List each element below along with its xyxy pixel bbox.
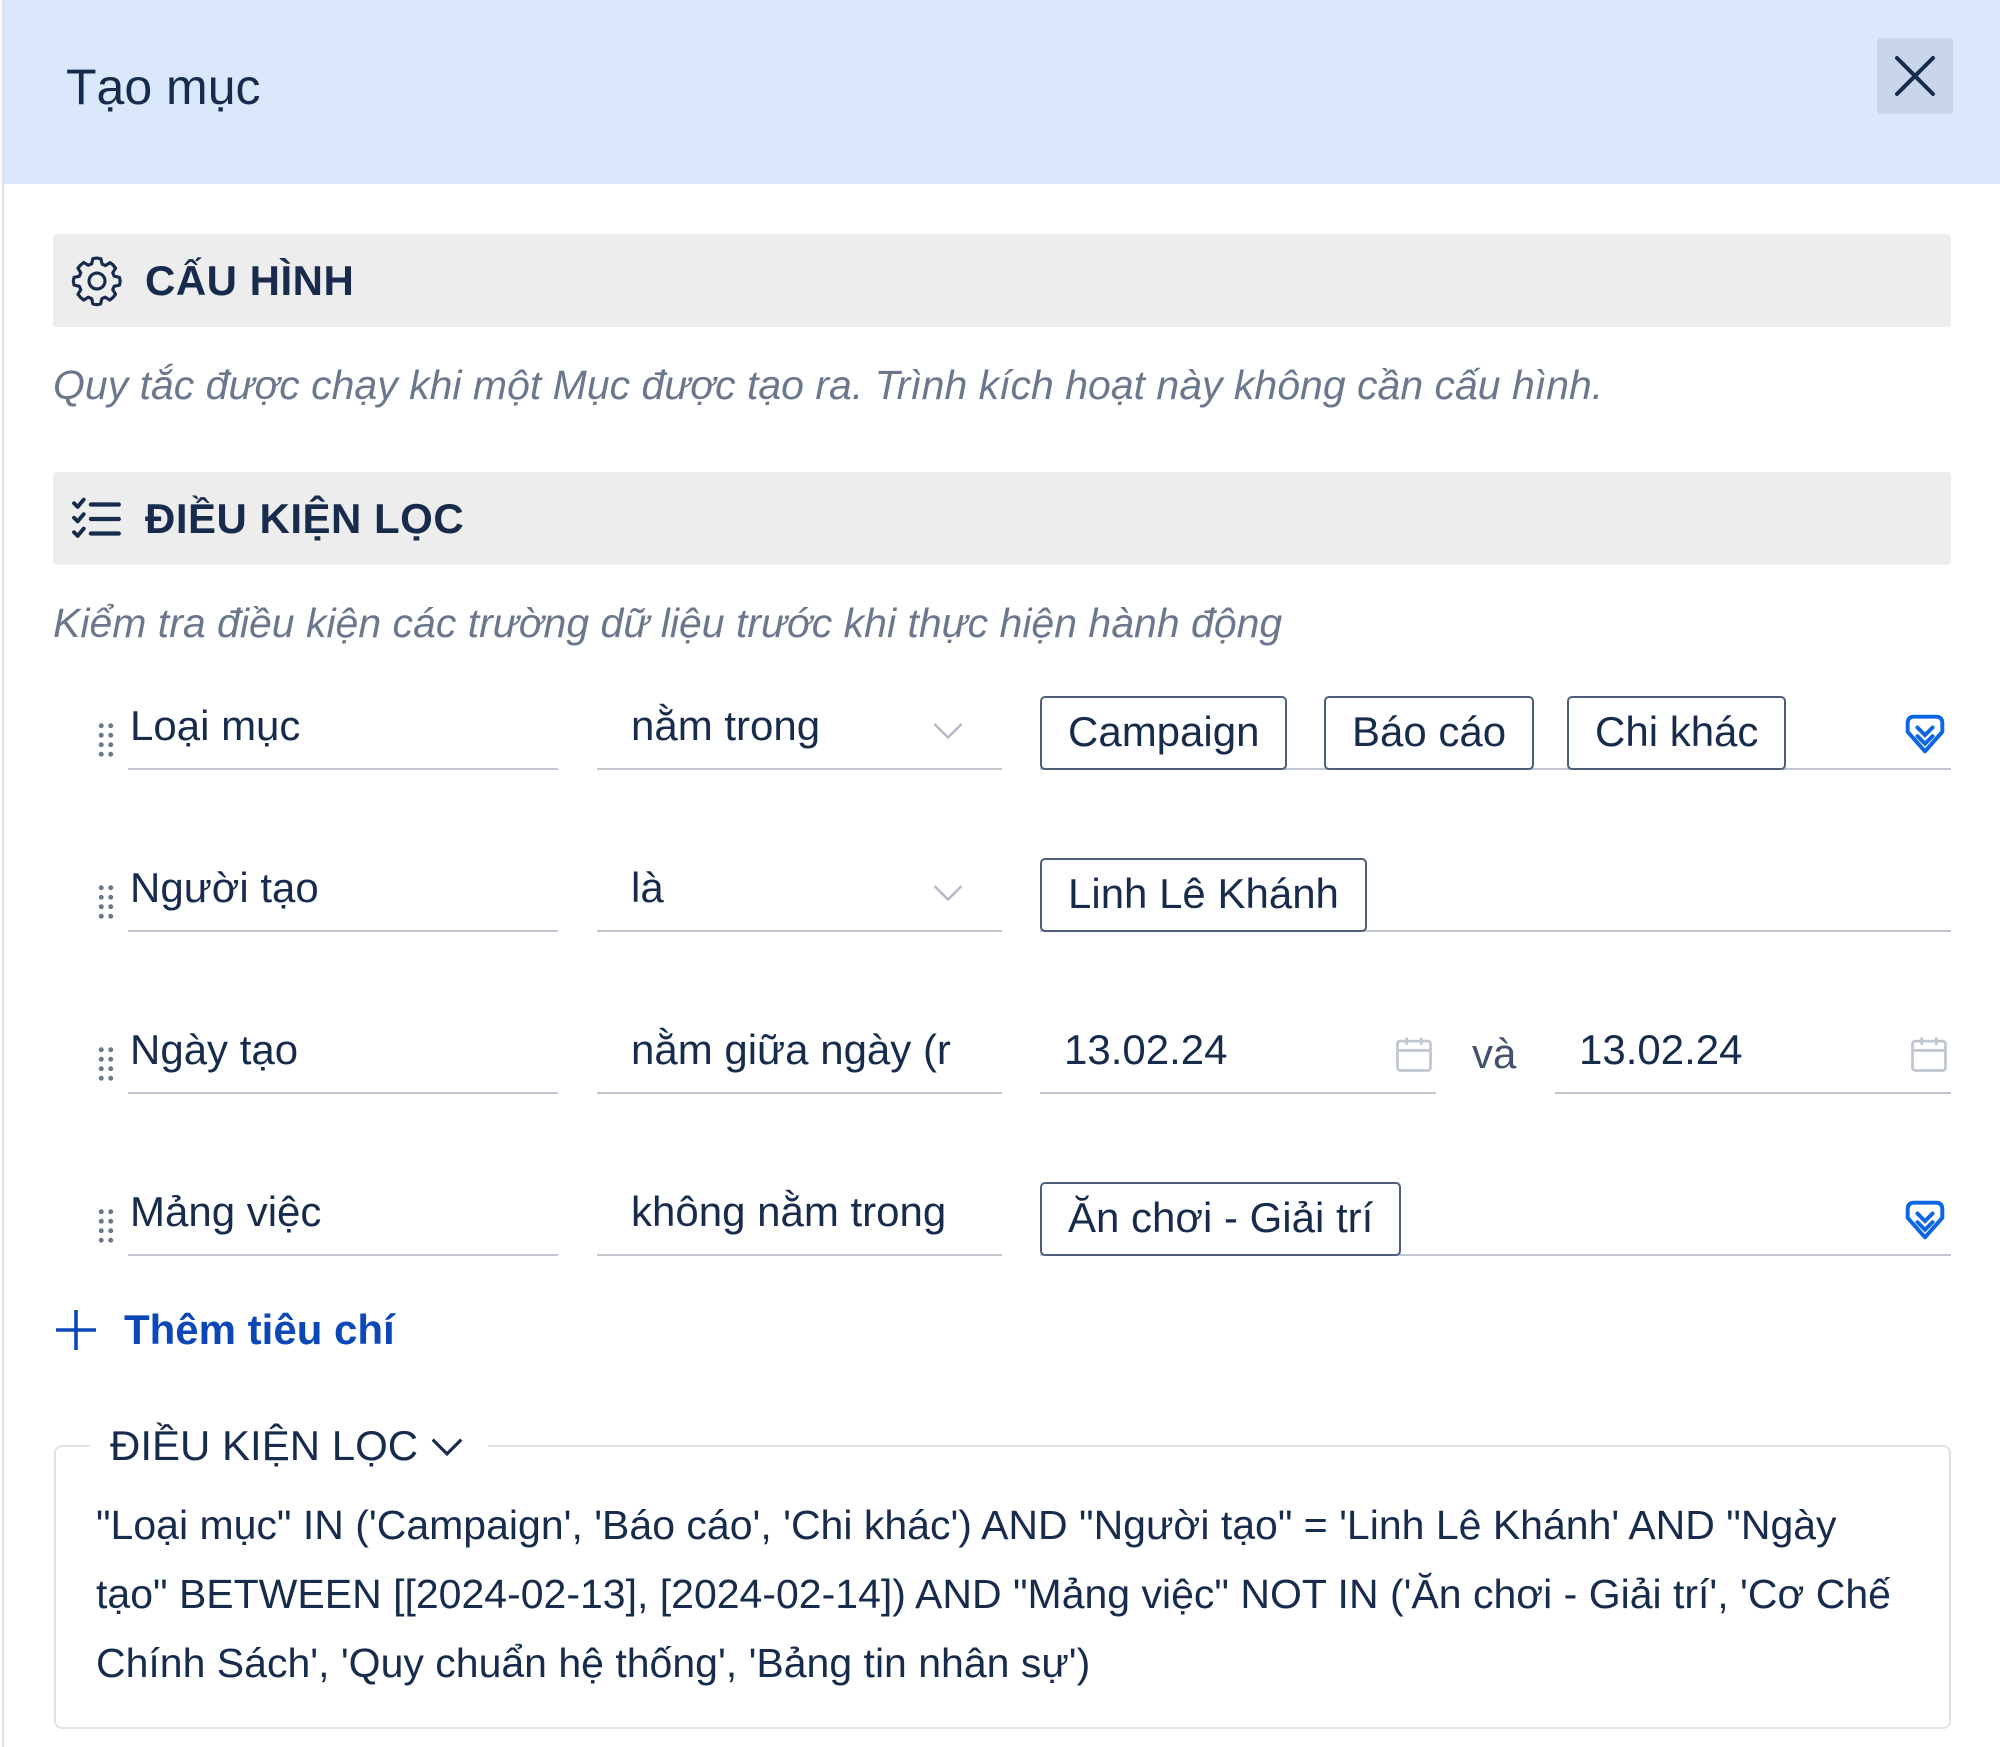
field-select[interactable]: Loại mục (128, 688, 558, 770)
date-from-value: 13.02.24 (1064, 1026, 1228, 1073)
filter-row: Người tạo là Linh Lê Khánh (0, 850, 2000, 950)
value-tag[interactable]: Ăn chơi - Giải trí (1040, 1182, 1402, 1256)
filter-section-title: ĐIỀU KIỆN LỌC (145, 494, 465, 542)
date-to-value: 13.02.24 (1579, 1026, 1743, 1073)
query-text: "Loại mục" IN ('Campaign', 'Báo cáo', 'C… (96, 1502, 1891, 1686)
filter-row: Ngày tạo nằm giữa ngày (r 13.02.24 và 13… (0, 1012, 2000, 1112)
query-preview-box: ĐIỀU KIỆN LỌC "Loại mục" IN ('Campaign',… (54, 1417, 1951, 1729)
add-criteria-label: Thêm tiêu chí (124, 1306, 395, 1353)
filter-row: Loại mục nằm trong Campaign Báo cáo Chi … (0, 688, 2000, 788)
operator-value: không nằm trong (631, 1188, 947, 1235)
operator-select[interactable]: nằm giữa ngày (r (597, 1012, 1002, 1094)
gear-icon (67, 251, 127, 311)
value-multiselect[interactable]: Campaign Báo cáo Chi khác (1040, 688, 1951, 770)
close-icon (1895, 56, 1935, 96)
operator-value: là (631, 864, 664, 911)
value-tag[interactable]: Chi khác (1567, 696, 1787, 770)
operator-select[interactable]: không nằm trong (597, 1174, 1002, 1256)
config-description: Quy tắc được chạy khi một Mục được tạo r… (53, 362, 1604, 408)
date-from-input[interactable]: 13.02.24 (1040, 1012, 1436, 1094)
operator-select[interactable]: nằm trong (597, 688, 1002, 770)
drag-handle-icon[interactable] (96, 720, 116, 758)
operator-select[interactable]: là (597, 850, 1002, 932)
field-select[interactable]: Ngày tạo (128, 1012, 558, 1094)
add-criteria-button[interactable]: Thêm tiêu chí (52, 1300, 395, 1360)
field-select[interactable]: Mảng việc (128, 1174, 558, 1256)
calendar-icon[interactable] (1907, 1032, 1951, 1076)
chevron-down-icon (431, 1438, 463, 1457)
value-multiselect[interactable]: Linh Lê Khánh (1040, 850, 1951, 932)
dialog-header: Tạo mục (4, 0, 2000, 184)
value-tag[interactable]: Linh Lê Khánh (1040, 858, 1367, 932)
query-preview-toggle[interactable]: ĐIỀU KIỆN LỌC (90, 1417, 489, 1475)
drag-handle-icon[interactable] (96, 1044, 116, 1082)
chevron-down-icon (933, 723, 963, 740)
checklist-icon (67, 489, 127, 549)
drag-handle-icon[interactable] (96, 882, 116, 920)
config-section-header[interactable]: CẤU HÌNH (53, 234, 1951, 327)
filter-description: Kiểm tra điều kiện các trường dữ liệu tr… (53, 600, 1283, 646)
expand-dropdown-icon[interactable] (1899, 708, 1951, 760)
query-preview-legend: ĐIỀU KIỆN LỌC (110, 1422, 419, 1469)
value-tag[interactable]: Campaign (1040, 696, 1288, 770)
operator-value: nằm trong (631, 702, 821, 749)
operator-value: nằm giữa ngày (r (631, 1026, 951, 1073)
filter-row: Mảng việc không nằm trong Ăn chơi - Giải… (0, 1174, 2000, 1274)
dialog-title: Tạo mục (66, 59, 261, 115)
date-range-joiner: và (1472, 1030, 1517, 1077)
filter-section-header[interactable]: ĐIỀU KIỆN LỌC (53, 472, 1951, 565)
config-section-title: CẤU HÌNH (145, 256, 355, 304)
chevron-down-icon (933, 885, 963, 902)
expand-dropdown-icon[interactable] (1899, 1194, 1951, 1246)
close-button[interactable] (1877, 38, 1953, 114)
date-to-input[interactable]: 13.02.24 (1555, 1012, 1951, 1094)
drag-handle-icon[interactable] (96, 1206, 116, 1244)
plus-icon (56, 1310, 96, 1350)
field-select[interactable]: Người tạo (128, 850, 558, 932)
value-multiselect[interactable]: Ăn chơi - Giải trí (1040, 1174, 1951, 1256)
value-tag[interactable]: Báo cáo (1324, 696, 1535, 770)
calendar-icon[interactable] (1392, 1032, 1436, 1076)
